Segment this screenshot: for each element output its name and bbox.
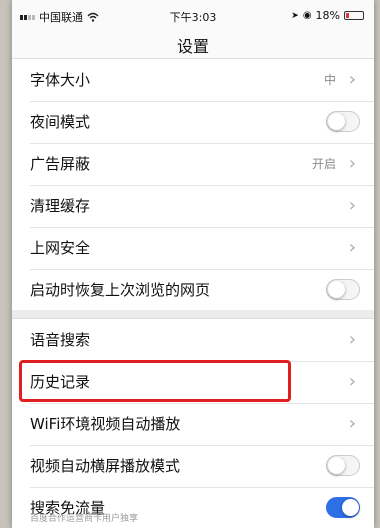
row-web-security[interactable]: 上网安全 › bbox=[12, 227, 374, 269]
settings-group-2: 语音搜索 › 历史记录 › WiFi环境视频自动播放 › 视频自动横屏播放模式 … bbox=[12, 318, 374, 528]
status-right: ➤ ◉ 18% bbox=[291, 9, 364, 22]
row-font-size[interactable]: 字体大小 中 › bbox=[12, 59, 374, 101]
location-icon: ➤ bbox=[291, 10, 299, 21]
free-data-search-toggle[interactable] bbox=[326, 497, 360, 518]
row-label: WiFi环境视频自动播放 bbox=[30, 415, 181, 433]
row-restore-pages: 启动时恢复上次浏览的网页 bbox=[12, 269, 374, 311]
row-label: 清理缓存 bbox=[30, 197, 91, 215]
row-label: 语音搜索 bbox=[30, 331, 91, 349]
row-label: 视频自动横屏播放模式 bbox=[30, 457, 181, 475]
history-highlight-box bbox=[19, 360, 291, 402]
row-label: 上网安全 bbox=[30, 239, 91, 257]
row-label: 广告屏蔽 bbox=[30, 155, 91, 173]
row-voice-search[interactable]: 语音搜索 › bbox=[12, 319, 374, 361]
battery-icon bbox=[344, 11, 364, 20]
night-mode-toggle[interactable] bbox=[326, 111, 360, 132]
row-ad-block[interactable]: 广告屏蔽 开启 › bbox=[12, 143, 374, 185]
phone-screen: 中国联通 下午3:03 ➤ ◉ 18% 设置 字体大小 中 › 夜间模式 广告屏 bbox=[12, 0, 374, 528]
row-night-mode: 夜间模式 bbox=[12, 101, 374, 143]
settings-group-1: 字体大小 中 › 夜间模式 广告屏蔽 开启 › 清理缓存 › 上网安全 › 启动… bbox=[12, 58, 374, 312]
row-label: 启动时恢复上次浏览的网页 bbox=[30, 281, 211, 299]
chevron-right-icon: › bbox=[348, 69, 356, 90]
row-label: 字体大小 bbox=[30, 71, 91, 89]
row-label: 夜间模式 bbox=[30, 113, 91, 131]
chevron-right-icon: › bbox=[348, 371, 356, 392]
row-value: 开启 bbox=[311, 157, 336, 171]
chevron-right-icon: › bbox=[348, 153, 356, 174]
chevron-right-icon: › bbox=[348, 329, 356, 350]
chevron-right-icon: › bbox=[348, 413, 356, 434]
row-clear-cache[interactable]: 清理缓存 › bbox=[12, 185, 374, 227]
alarm-icon: ◉ bbox=[302, 10, 312, 21]
row-value: 中 bbox=[323, 73, 336, 87]
auto-landscape-toggle[interactable] bbox=[326, 455, 360, 476]
chevron-right-icon: › bbox=[348, 195, 356, 216]
battery-percent: 18% bbox=[315, 9, 340, 22]
status-bar: 中国联通 下午3:03 ➤ ◉ 18% bbox=[12, 0, 374, 30]
restore-pages-toggle[interactable] bbox=[326, 279, 360, 300]
footer-note: 百度合作运营商卡用户独享 bbox=[30, 514, 139, 524]
row-wifi-autoplay[interactable]: WiFi环境视频自动播放 › bbox=[12, 403, 374, 445]
row-auto-landscape: 视频自动横屏播放模式 bbox=[12, 445, 374, 487]
chevron-right-icon: › bbox=[348, 237, 356, 258]
